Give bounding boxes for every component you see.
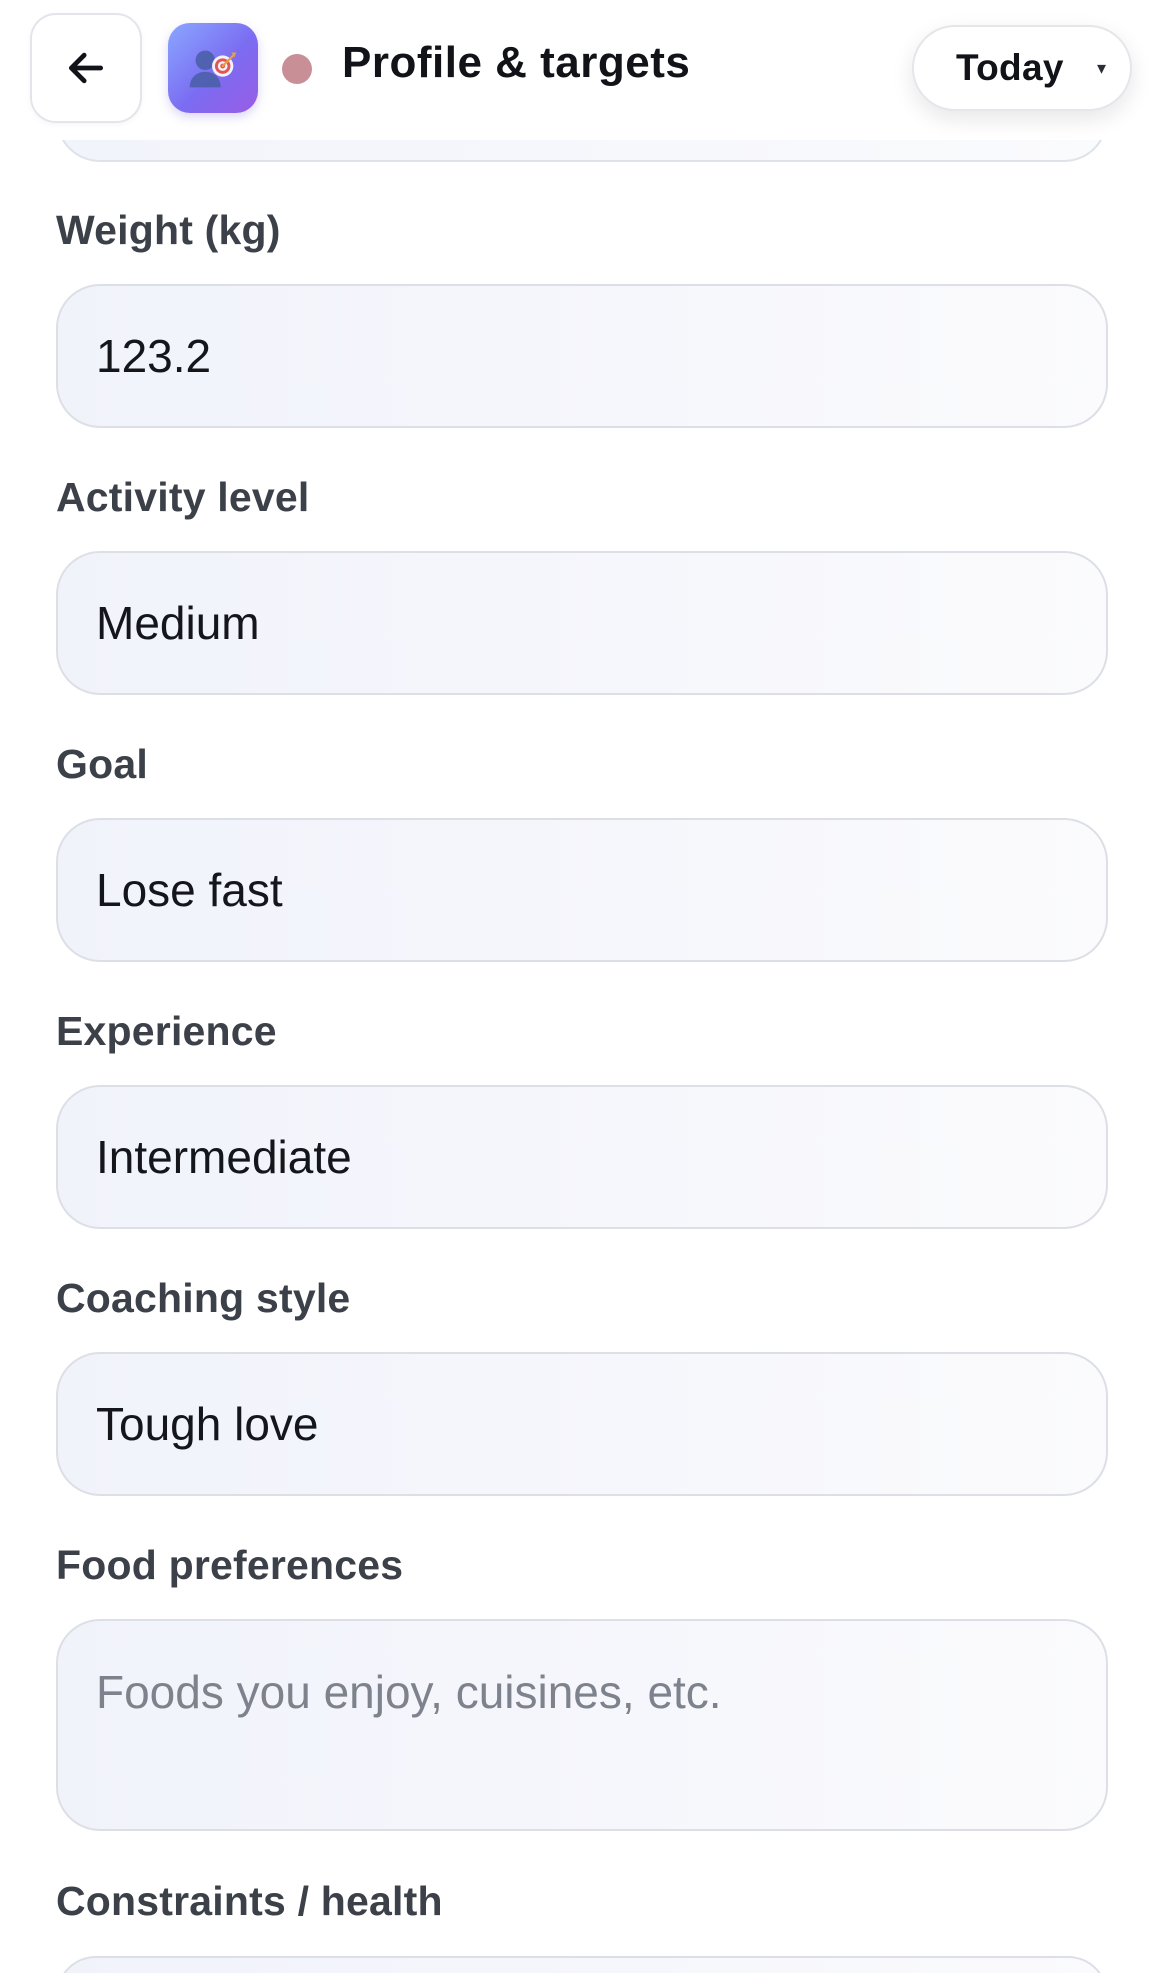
- arrow-left-icon: [68, 52, 104, 84]
- weight-value: 123.2: [96, 330, 212, 382]
- experience-value: Intermediate: [96, 1131, 352, 1183]
- goal-select[interactable]: Lose fast: [56, 818, 1108, 962]
- page-title: Profile & targets: [342, 38, 691, 87]
- weight-label: Weight (kg): [56, 207, 281, 253]
- food-preferences-placeholder: Foods you enjoy, cuisines, etc.: [96, 1666, 722, 1718]
- activity-level-select[interactable]: Medium: [56, 551, 1108, 695]
- date-select-value: Today: [956, 47, 1064, 88]
- activity-level-label: Activity level: [56, 474, 310, 520]
- food-preferences-label: Food preferences: [56, 1542, 404, 1588]
- experience-label: Experience: [56, 1008, 277, 1054]
- chevron-down-icon: ▾: [1096, 58, 1106, 78]
- profile-target-icon: [168, 23, 258, 113]
- constraints-health-label: Constraints / health: [56, 1878, 443, 1924]
- coaching-style-value: Tough love: [96, 1398, 319, 1450]
- coaching-style-select[interactable]: Tough love: [56, 1352, 1108, 1496]
- goal-value: Lose fast: [96, 864, 283, 916]
- date-select[interactable]: Today ▾: [912, 25, 1132, 111]
- activity-level-value: Medium: [96, 597, 260, 649]
- profile-targets-screen: Profile & targets Today ▾ Weight (kg) 12…: [0, 0, 1170, 1973]
- coaching-style-label: Coaching style: [56, 1275, 351, 1321]
- constraints-health-textarea[interactable]: [56, 1956, 1108, 1973]
- weight-input[interactable]: 123.2: [56, 284, 1108, 428]
- header-bar: Profile & targets Today ▾: [0, 0, 1170, 140]
- food-preferences-textarea[interactable]: Foods you enjoy, cuisines, etc.: [56, 1619, 1108, 1831]
- status-dot: [282, 54, 312, 84]
- experience-select[interactable]: Intermediate: [56, 1085, 1108, 1229]
- goal-label: Goal: [56, 741, 148, 787]
- back-button[interactable]: [30, 13, 142, 123]
